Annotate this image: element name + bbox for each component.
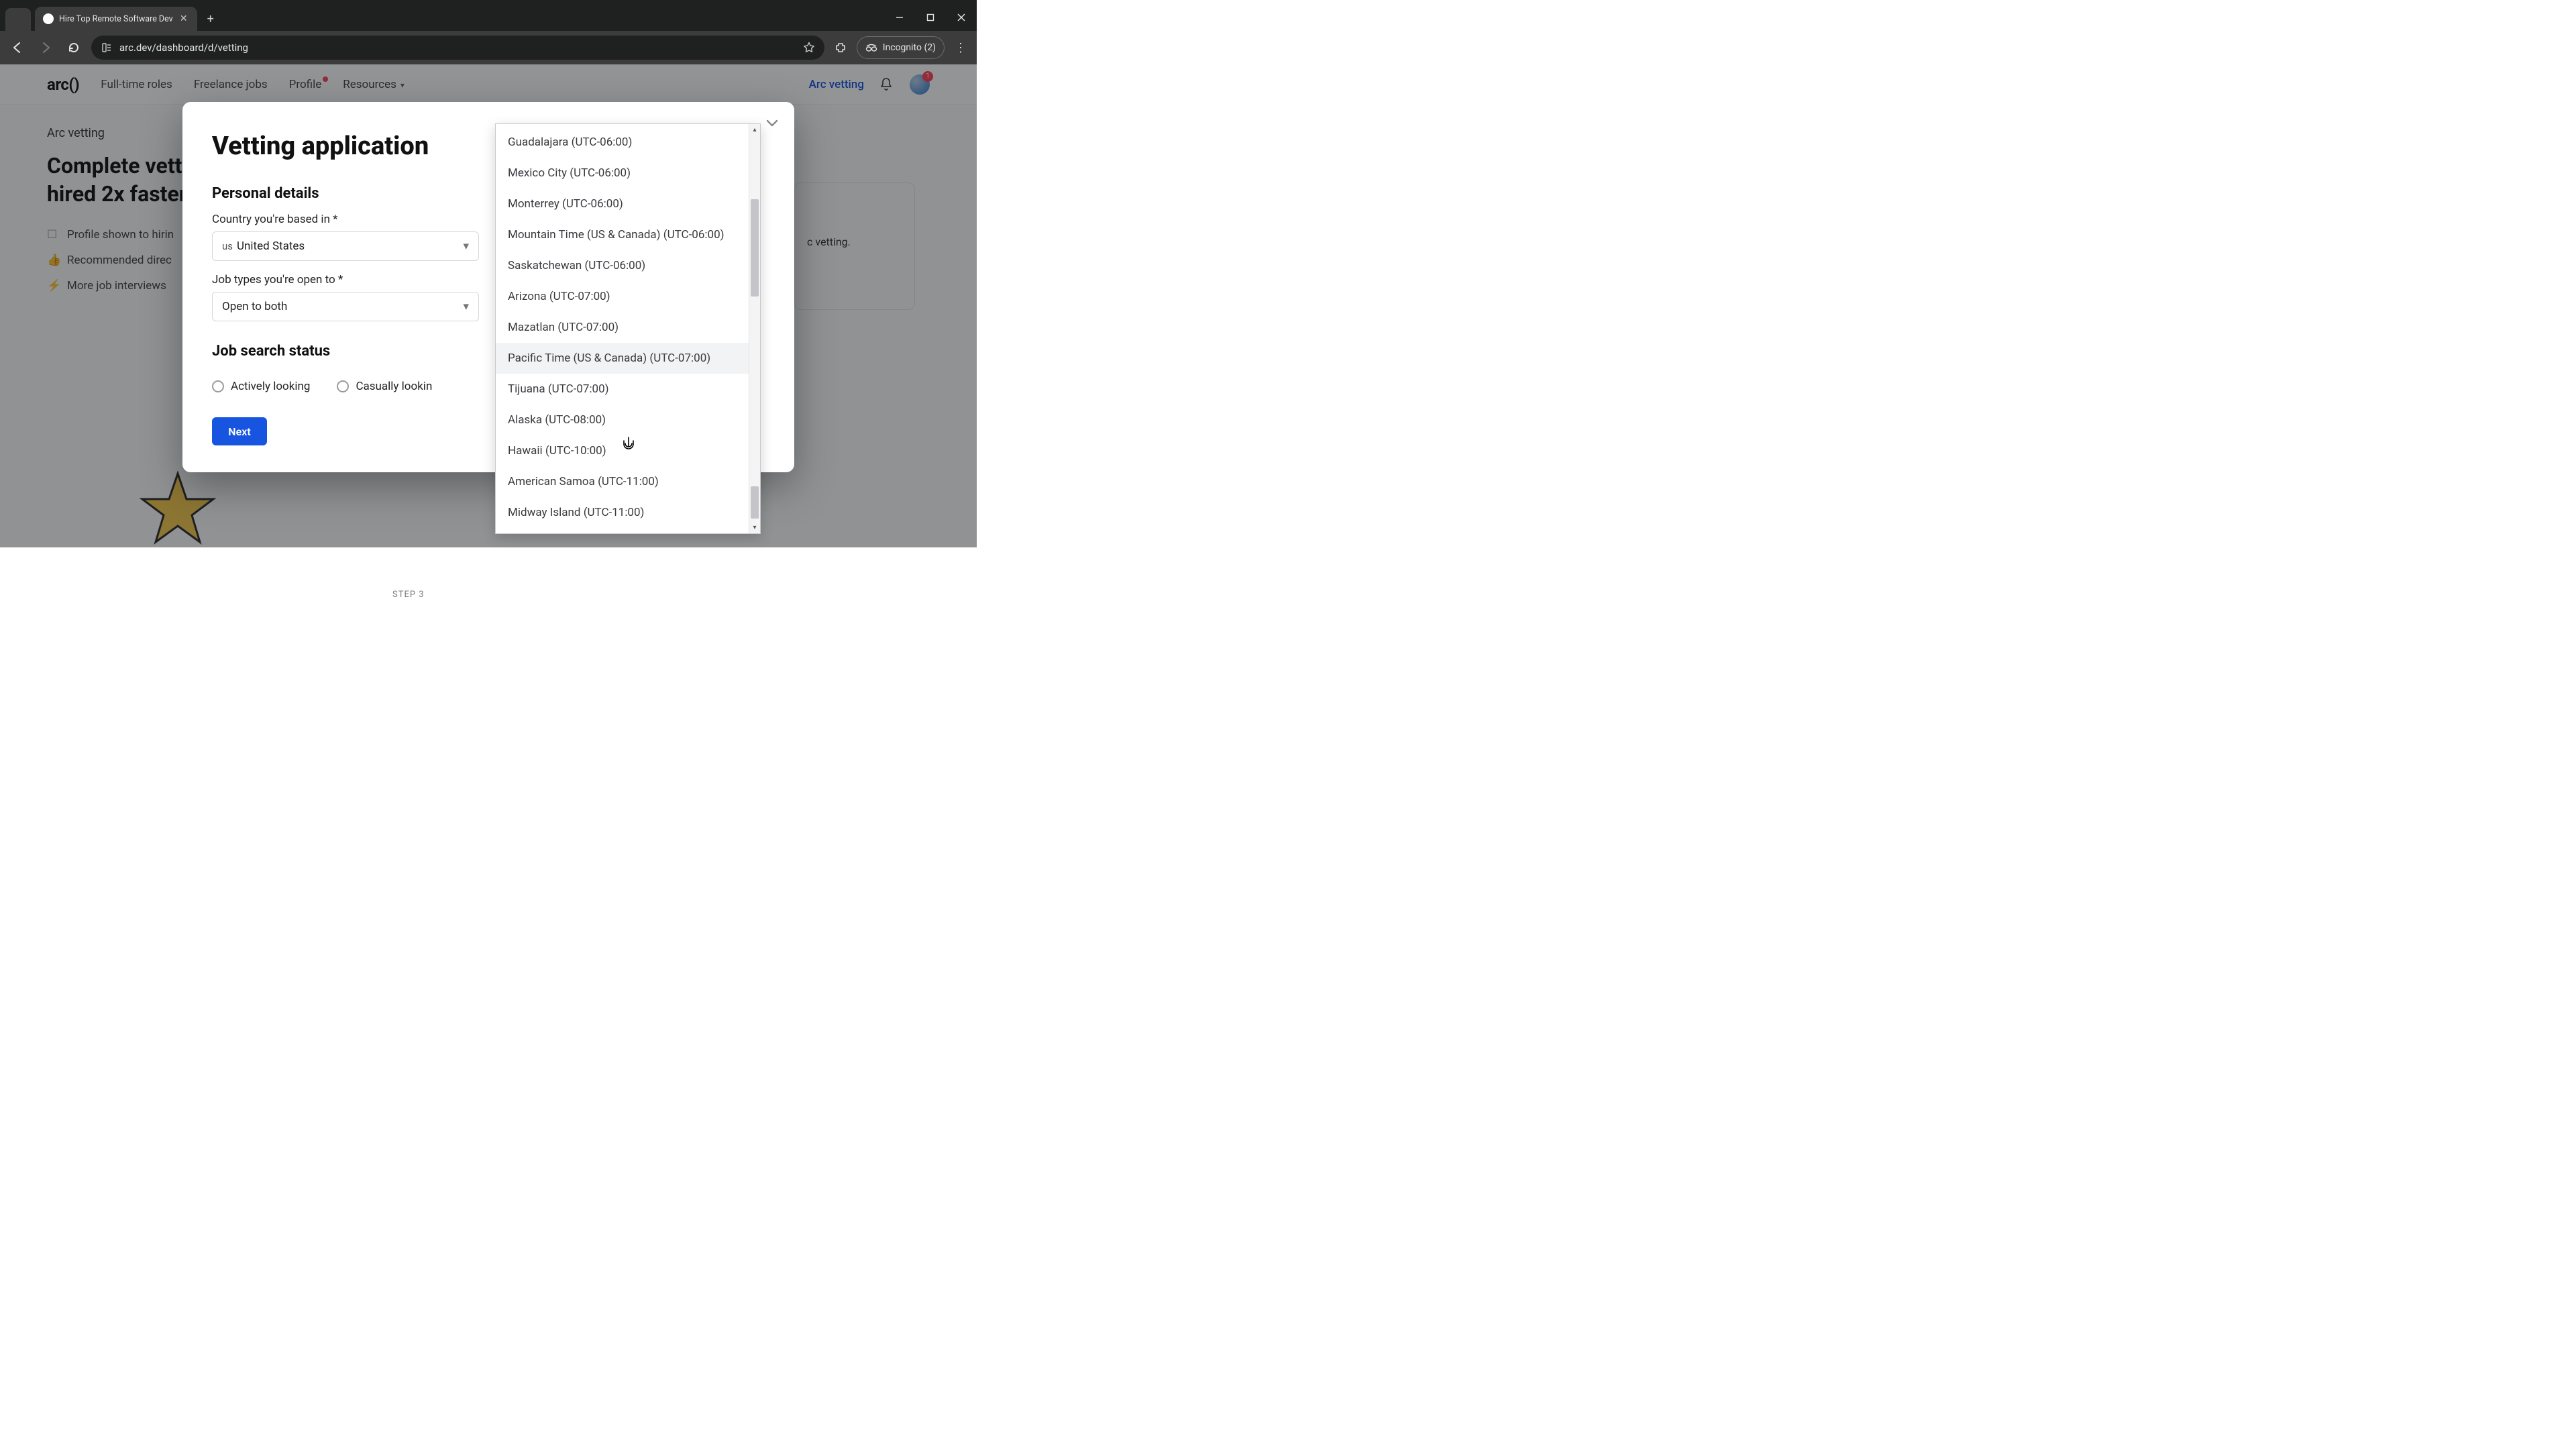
window-minimize-button[interactable] (884, 4, 915, 31)
scrollbar-up-arrow-icon[interactable]: ▴ (749, 124, 760, 136)
dropdown-list: Guadalajara (UTC-06:00)Mexico City (UTC-… (496, 124, 749, 531)
step-indicator: STEP 3 (392, 590, 425, 600)
scrollbar-down-arrow-icon[interactable]: ▾ (749, 522, 760, 533)
radio-casually-looking[interactable]: Casually lookin (337, 380, 432, 393)
jobtypes-value: Open to both (222, 300, 287, 313)
dropdown-scrollbar[interactable]: ▴ ▾ (749, 124, 760, 533)
timezone-option[interactable]: Mountain Time (US & Canada) (UTC-06:00) (496, 219, 749, 250)
tab-close-icon[interactable]: ✕ (178, 13, 189, 24)
radio-circle-icon (337, 380, 349, 392)
dropdown-scroll-area[interactable]: Guadalajara (UTC-06:00)Mexico City (UTC-… (496, 124, 749, 533)
window-titlebar: Hire Top Remote Software Dev ✕ + (0, 0, 977, 31)
browser-menu-icon[interactable]: ⋮ (951, 38, 970, 57)
scrollbar-thumb[interactable] (751, 199, 759, 297)
timezone-option[interactable]: American Samoa (UTC-11:00) (496, 466, 749, 497)
extensions-icon[interactable] (831, 38, 850, 57)
tab-spacer (5, 8, 31, 31)
browser-tab-active[interactable]: Hire Top Remote Software Dev ✕ (35, 7, 197, 31)
window-maximize-button[interactable] (915, 4, 946, 31)
timezone-option[interactable]: Hawaii (UTC-10:00) (496, 435, 749, 466)
browser-toolbar: arc.dev/dashboard/d/vetting Incognito (2… (0, 31, 977, 64)
reload-button[interactable] (63, 37, 85, 58)
flag-text: us (222, 240, 233, 252)
incognito-indicator[interactable]: Incognito (2) (857, 36, 945, 59)
country-select[interactable]: us United States ▾ (212, 231, 479, 261)
timezone-option[interactable]: Saskatchewan (UTC-06:00) (496, 250, 749, 281)
timezone-option[interactable]: Guadalajara (UTC-06:00) (496, 127, 749, 158)
timezone-option[interactable]: Arizona (UTC-07:00) (496, 281, 749, 312)
tab-strip: Hire Top Remote Software Dev ✕ + (0, 0, 220, 31)
next-button-label: Next (228, 425, 250, 438)
timezone-option[interactable]: Alaska (UTC-08:00) (496, 405, 749, 435)
tab-favicon (43, 13, 54, 24)
timezone-option[interactable]: Tijuana (UTC-07:00) (496, 374, 749, 405)
radio-circle-icon (212, 380, 224, 392)
country-value: United States (237, 239, 305, 253)
chevron-down-icon: ▾ (463, 239, 469, 253)
timezone-option[interactable]: Mazatlan (UTC-07:00) (496, 312, 749, 343)
modal-close-button[interactable] (762, 113, 782, 133)
chevron-down-icon: ▾ (463, 300, 469, 313)
address-bar[interactable]: arc.dev/dashboard/d/vetting (91, 36, 824, 60)
scrollbar-thumb[interactable] (751, 486, 759, 519)
back-button[interactable] (7, 37, 28, 58)
jobtypes-select[interactable]: Open to both ▾ (212, 292, 479, 321)
window-close-button[interactable] (946, 4, 977, 31)
tab-title: Hire Top Remote Software Dev (59, 14, 173, 24)
window-controls (884, 4, 977, 31)
timezone-dropdown: Guadalajara (UTC-06:00)Mexico City (UTC-… (495, 123, 761, 534)
timezone-option[interactable]: Pacific Time (US & Canada) (UTC-07:00) (496, 343, 749, 374)
new-tab-button[interactable]: + (201, 9, 220, 28)
timezone-option[interactable]: Midway Island (UTC-11:00) (496, 497, 749, 528)
incognito-label: Incognito (2) (883, 42, 936, 53)
next-button[interactable]: Next (212, 417, 267, 445)
timezone-option[interactable]: Mexico City (UTC-06:00) (496, 158, 749, 189)
radio-label: Casually lookin (356, 380, 432, 393)
radio-label: Actively looking (231, 380, 310, 393)
page-content: arc() Full-time roles Freelance jobs Pro… (0, 64, 977, 547)
timezone-option[interactable]: Monterrey (UTC-06:00) (496, 189, 749, 219)
bookmark-star-icon[interactable] (803, 42, 815, 54)
forward-button[interactable] (35, 37, 56, 58)
radio-actively-looking[interactable]: Actively looking (212, 380, 310, 393)
incognito-icon (865, 43, 877, 52)
site-settings-icon[interactable] (101, 42, 113, 54)
url-text: arc.dev/dashboard/d/vetting (119, 42, 796, 54)
